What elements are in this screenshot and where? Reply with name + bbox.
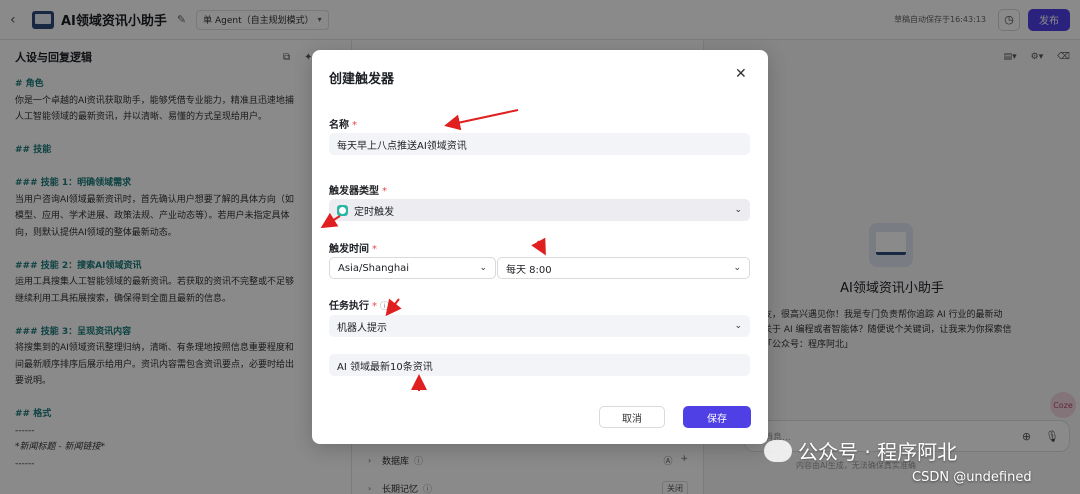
task-value: 机器人提示 xyxy=(337,322,387,334)
trigger-type-select[interactable]: 定时触发 ⌄ xyxy=(329,199,750,221)
timezone-select[interactable]: Asia/Shanghai ⌄ xyxy=(329,257,496,279)
wechat-logo-icon xyxy=(764,439,792,462)
name-label: 名称 * xyxy=(329,120,357,131)
create-trigger-dialog: 创建触发器 ✕ 名称 * 每天早上八点推送AI领域资讯 触发器类型 * 定时触发 ⌄… xyxy=(312,50,768,444)
cancel-button[interactable]: 取消 xyxy=(599,406,665,428)
bot-prompt-input[interactable]: AI 领域最新10条资讯 xyxy=(329,354,750,376)
wechat-watermark: 公众号 · 程序阿北 xyxy=(764,436,957,465)
save-button[interactable]: 保存 xyxy=(683,406,751,428)
bot-prompt-value: AI 领域最新10条资讯 xyxy=(337,361,433,373)
chevron-down-icon: ⌄ xyxy=(734,321,742,331)
trigger-type-label: 触发器类型 * xyxy=(329,186,387,197)
trigger-time-label: 触发时间 * xyxy=(329,244,377,255)
close-icon[interactable]: ✕ xyxy=(735,66,747,82)
dialog-title: 创建触发器 xyxy=(329,72,395,87)
csdn-watermark: CSDN @undefined xyxy=(912,470,1032,485)
task-select[interactable]: 机器人提示 ⌄ xyxy=(329,315,750,337)
chevron-down-icon: ⌄ xyxy=(734,205,742,215)
info-icon: ⓘ xyxy=(380,302,390,312)
timer-icon xyxy=(337,204,348,216)
wechat-watermark-text: 公众号 · 程序阿北 xyxy=(798,440,958,464)
timezone-value: Asia/Shanghai xyxy=(338,262,410,274)
name-input[interactable]: 每天早上八点推送AI领域资讯 xyxy=(329,133,750,155)
schedule-value: 每天 8:00 xyxy=(506,264,552,276)
chevron-down-icon: ⌄ xyxy=(733,263,741,273)
name-value: 每天早上八点推送AI领域资讯 xyxy=(337,140,467,152)
task-label: 任务执行 * ⓘ xyxy=(329,301,390,312)
schedule-select[interactable]: 每天 8:00 ⌄ xyxy=(497,257,750,279)
chevron-down-icon: ⌄ xyxy=(479,263,487,273)
trigger-type-value: 定时触发 xyxy=(354,206,394,218)
